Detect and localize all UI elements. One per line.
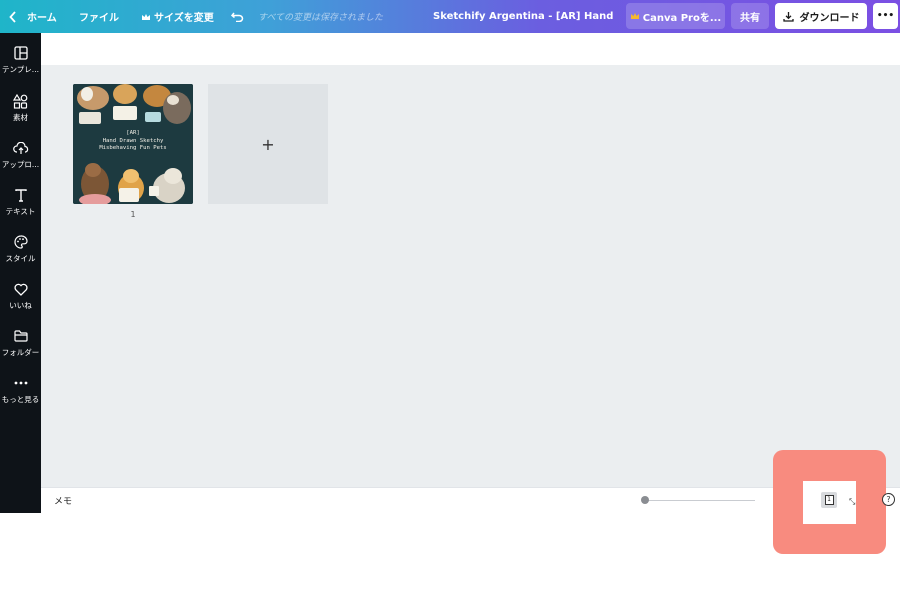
thumbnail-text: [AR] Hand Drawn Sketchy Misbehaving Fun … (73, 130, 193, 153)
sidebar-item-label: テキスト (5, 207, 36, 216)
thumbnail-text-line: [AR] (126, 130, 140, 136)
share-button[interactable]: 共有 (731, 3, 769, 29)
chevron-left-icon (9, 10, 16, 23)
editor-toolbar-strip (41, 33, 900, 65)
page-thumbnail[interactable]: [AR] Hand Drawn Sketchy Misbehaving Fun … (73, 84, 193, 204)
sidebar-item-more[interactable]: もっと見る (0, 372, 41, 416)
notes-button[interactable]: メモ (54, 494, 72, 507)
resize-button[interactable]: サイズを変更 (141, 0, 214, 33)
document-title[interactable]: Sketchify Argentina - [AR] Hand Draw... (433, 0, 613, 33)
undo-icon (231, 12, 244, 22)
crown-icon (630, 13, 639, 19)
cloud-upload-icon (12, 137, 29, 159)
sidebar-item-label: アップロ... (1, 160, 40, 169)
sidebar-item-likes[interactable]: いいね (0, 278, 41, 322)
share-label: 共有 (740, 12, 760, 24)
zoom-slider-handle[interactable] (641, 496, 649, 504)
expand-icon[interactable]: ⤡ (849, 497, 855, 507)
download-icon (782, 11, 794, 22)
canva-pro-button[interactable]: Canva Proを... (626, 3, 725, 29)
plus-icon: + (261, 134, 275, 154)
thumbnail-text-line: Hand Drawn Sketchy (102, 137, 164, 144)
sidebar: テンプレ... 素材 アップロ... テキスト スタイル いいね フォルダー も… (0, 33, 41, 513)
folder-icon (13, 325, 28, 347)
help-icon[interactable]: ? (882, 493, 895, 506)
top-bar: ホーム ファイル サイズを変更 すべての変更は保存されました Sketchify… (0, 0, 900, 33)
sidebar-item-styles[interactable]: スタイル (0, 231, 41, 275)
shapes-icon (13, 90, 28, 112)
sidebar-item-label: フォルダー (1, 348, 40, 357)
palette-icon (13, 231, 28, 253)
download-label: ダウンロード (799, 12, 860, 24)
file-menu-button[interactable]: ファイル (79, 0, 119, 33)
page-count-icon: 1 (824, 495, 834, 505)
more-dots-icon (14, 372, 28, 394)
add-page-button[interactable]: + (208, 84, 328, 204)
bottom-bar (41, 487, 900, 513)
zoom-slider-track[interactable] (645, 500, 755, 501)
download-button[interactable]: ダウンロード (775, 3, 867, 29)
sidebar-item-elements[interactable]: 素材 (0, 90, 41, 134)
sidebar-item-label: もっと見る (1, 395, 40, 404)
undo-button[interactable] (231, 0, 244, 33)
sidebar-item-label: テンプレ... (2, 65, 39, 74)
page-number: 1 (130, 210, 136, 219)
sidebar-item-templates[interactable]: テンプレ... (0, 42, 41, 86)
page-grid-view-button[interactable]: 1 (821, 492, 837, 508)
home-button[interactable]: ホーム (9, 0, 57, 33)
resize-label: サイズを変更 (154, 13, 214, 24)
thumbnail-text-line: Misbehaving Fun Pets (99, 145, 167, 152)
sidebar-item-label: スタイル (5, 254, 36, 263)
more-options-button[interactable]: ••• (873, 3, 898, 29)
sidebar-item-uploads[interactable]: アップロ... (0, 137, 41, 181)
crown-icon (142, 13, 150, 20)
heart-icon (13, 278, 28, 300)
save-status: すべての変更は保存されました (258, 13, 384, 23)
sidebar-item-label: いいね (9, 301, 32, 310)
text-icon (14, 184, 27, 206)
home-label: ホーム (27, 13, 57, 24)
file-label: ファイル (79, 13, 119, 24)
canva-pro-label: Canva Proを... (642, 12, 722, 24)
sidebar-item-text[interactable]: テキスト (0, 184, 41, 228)
template-icon (13, 42, 28, 64)
sidebar-item-label: 素材 (13, 113, 28, 122)
sidebar-item-folders[interactable]: フォルダー (0, 325, 41, 369)
